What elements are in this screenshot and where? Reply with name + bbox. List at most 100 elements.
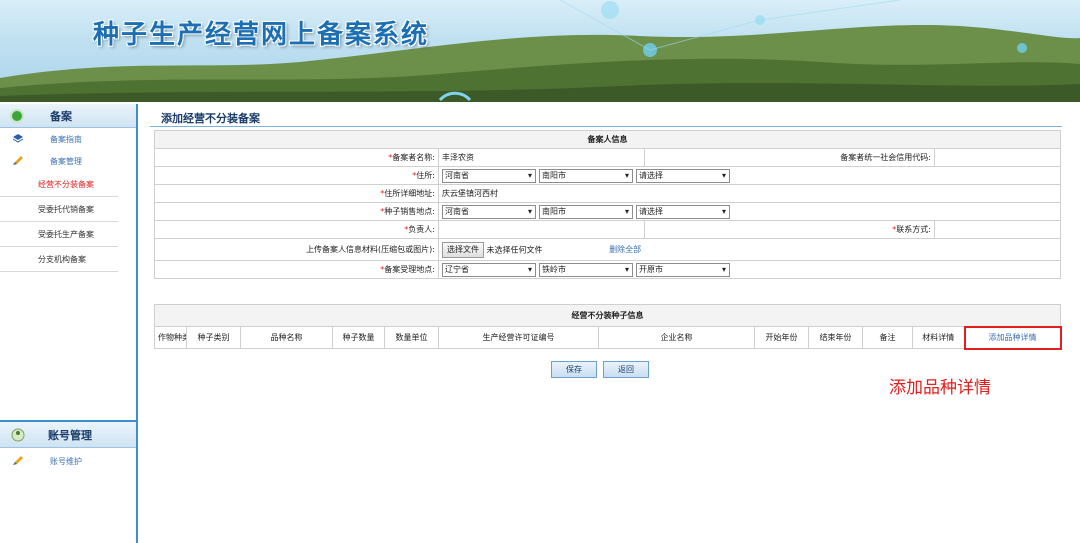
sidebar-subitem-consign-sale[interactable]: 受委托代销备案 [0,197,118,222]
select-value: 河南省 [445,170,469,180]
app-title: 种子生产经营网上备案系统 [93,20,430,50]
select-value: 辽宁省 [445,264,469,274]
back-button[interactable]: 返回 [603,361,649,378]
col-material-details: 材料详情 [912,326,965,349]
filer-section-title: 备案人信息 [154,130,1061,149]
credit-code-input[interactable] [934,148,1061,167]
credit-code-label: 备案者统一社会信用代码: [644,148,935,167]
sales-location-label-text: 种子销售地点: [384,207,435,216]
sidebar-item-account-maintenance[interactable]: 账号维护 [0,450,136,472]
upload-status: 未选择任何文件 [486,245,543,254]
sidebar-subitem-consign-production[interactable]: 受委托生产备案 [0,222,118,247]
manager-label-text: 负责人: [408,225,435,234]
save-button[interactable]: 保存 [551,361,597,378]
office-label: *备案受理地点: [154,260,439,279]
book-icon [12,134,24,143]
account-section-icon [11,428,25,441]
select-value: 南阳市 [542,206,566,216]
col-quantity-unit: 数量单位 [384,326,439,349]
form-actions: 保存 返回 [551,361,649,378]
sidebar-item-guide[interactable]: 备案指南 [0,128,136,150]
select-value: 铁岭市 [542,264,566,274]
upload-label: 上传备案人信息材料(压缩包或图片): [154,238,439,261]
upload-cell: 选择文件 未选择任何文件 删除全部 [438,238,1061,261]
col-remarks: 备注 [862,326,913,349]
col-end-year: 结束年份 [808,326,863,349]
address-county-select[interactable]: 请选择 ▾ [636,168,730,183]
filer-info-table: 备案人信息 *备案者名称: 丰泽农资 备案者统一社会信用代码: *住所: 河南省… [154,130,1061,279]
address-label: *住所: [154,166,439,185]
header-banner: 种子生产经营网上备案系统 [0,0,1080,102]
sales-selects: 河南省 ▾ 南阳市 ▾ 请选择 ▾ [438,202,1061,221]
manager-label: *负责人: [154,220,439,239]
title-divider [150,126,1062,127]
choose-file-button[interactable]: 选择文件 [442,241,484,258]
address-selects: 河南省 ▾ 南阳市 ▾ 请选择 ▾ [438,166,1061,185]
col-license-number: 生产经营许可证编号 [438,326,599,349]
address-detail-input[interactable]: 庆云堡镇河西村 [438,184,1061,203]
sidebar-section-title: 备案 [50,109,72,123]
filer-name-label: *备案者名称: [154,148,439,167]
select-value: 河南省 [445,206,469,216]
chevron-down-icon: ▾ [527,264,532,274]
sidebar-section-title: 账号管理 [48,428,92,442]
col-start-year: 开始年份 [754,326,809,349]
address-label-text: 住所: [416,171,435,180]
address-detail-label: *住所详细地址: [154,184,439,203]
office-selects: 辽宁省 ▾ 铁岭市 ▾ 开原市 ▾ [438,260,1061,279]
pencil-icon [13,156,23,165]
sales-county-select[interactable]: 请选择 ▾ [636,204,730,219]
chevron-down-icon: ▾ [527,206,532,216]
seed-table-header-row: 作物种类 种子类别 品种名称 种子数量 数量单位 生产经营许可证编号 企业名称 … [154,325,1062,350]
address-detail-label-text: 住所详细地址: [384,189,435,198]
address-province-select[interactable]: 河南省 ▾ [442,168,536,183]
add-variety-details-button[interactable]: 添加品种详情 [963,325,1062,350]
sidebar-subitem-no-repack[interactable]: 经营不分装备案 [0,172,118,197]
sales-province-select[interactable]: 河南省 ▾ [442,204,536,219]
manager-input[interactable] [438,220,645,239]
select-value: 请选择 [639,206,663,216]
contact-label-text: 联系方式: [896,225,931,234]
sidebar-item-manage[interactable]: 备案管理 [0,150,136,172]
select-value: 请选择 [639,170,663,180]
sidebar-item-label: 账号维护 [50,456,82,466]
office-city-select[interactable]: 铁岭市 ▾ [539,262,633,277]
sales-location-label: *种子销售地点: [154,202,439,221]
chevron-down-icon: ▾ [624,206,629,216]
chevron-down-icon: ▾ [624,264,629,274]
col-crop-type: 作物种类 [154,326,187,349]
col-seed-quantity: 种子数量 [332,326,385,349]
chevron-down-icon: ▾ [721,206,726,216]
contact-label: *联系方式: [644,220,935,239]
annotation-callout: 添加品种详情 [889,378,991,398]
chevron-down-icon: ▾ [721,170,726,180]
chevron-down-icon: ▾ [624,170,629,180]
seed-section-title: 经营不分装种子信息 [153,304,1062,327]
pencil-icon [13,456,23,465]
sidebar-section-account: 账号管理 [0,420,136,448]
select-value: 南阳市 [542,170,566,180]
filing-section-icon [10,108,24,123]
col-company-name: 企业名称 [598,326,755,349]
filer-name-label-text: 备案者名称: [392,153,435,162]
filer-name-input[interactable]: 丰泽农资 [438,148,645,167]
chevron-down-icon: ▾ [721,264,726,274]
delete-all-link[interactable]: 删除全部 [609,245,641,254]
sidebar: 备案 备案指南 备案管理 经营不分装备案 受委托代销备案 受委托生产备案 分支机… [0,104,138,543]
sales-city-select[interactable]: 南阳市 ▾ [539,204,633,219]
chevron-down-icon: ▾ [527,170,532,180]
office-label-text: 备案受理地点: [384,265,435,274]
office-county-select[interactable]: 开原市 ▾ [636,262,730,277]
sidebar-item-label: 备案管理 [50,156,82,166]
seed-info-table: 经营不分装种子信息 作物种类 种子类别 品种名称 种子数量 数量单位 生产经营许… [153,304,1062,350]
col-seed-category: 种子类别 [186,326,241,349]
contact-input[interactable] [934,220,1061,239]
address-city-select[interactable]: 南阳市 ▾ [539,168,633,183]
office-province-select[interactable]: 辽宁省 ▾ [442,262,536,277]
page-title: 添加经营不分装备案 [161,112,260,125]
col-variety-name: 品种名称 [240,326,333,349]
sidebar-item-label: 备案指南 [50,134,82,144]
select-value: 开原市 [639,264,663,274]
sidebar-subitem-branch[interactable]: 分支机构备案 [0,247,118,272]
sidebar-section-filing: 备案 [0,104,136,128]
